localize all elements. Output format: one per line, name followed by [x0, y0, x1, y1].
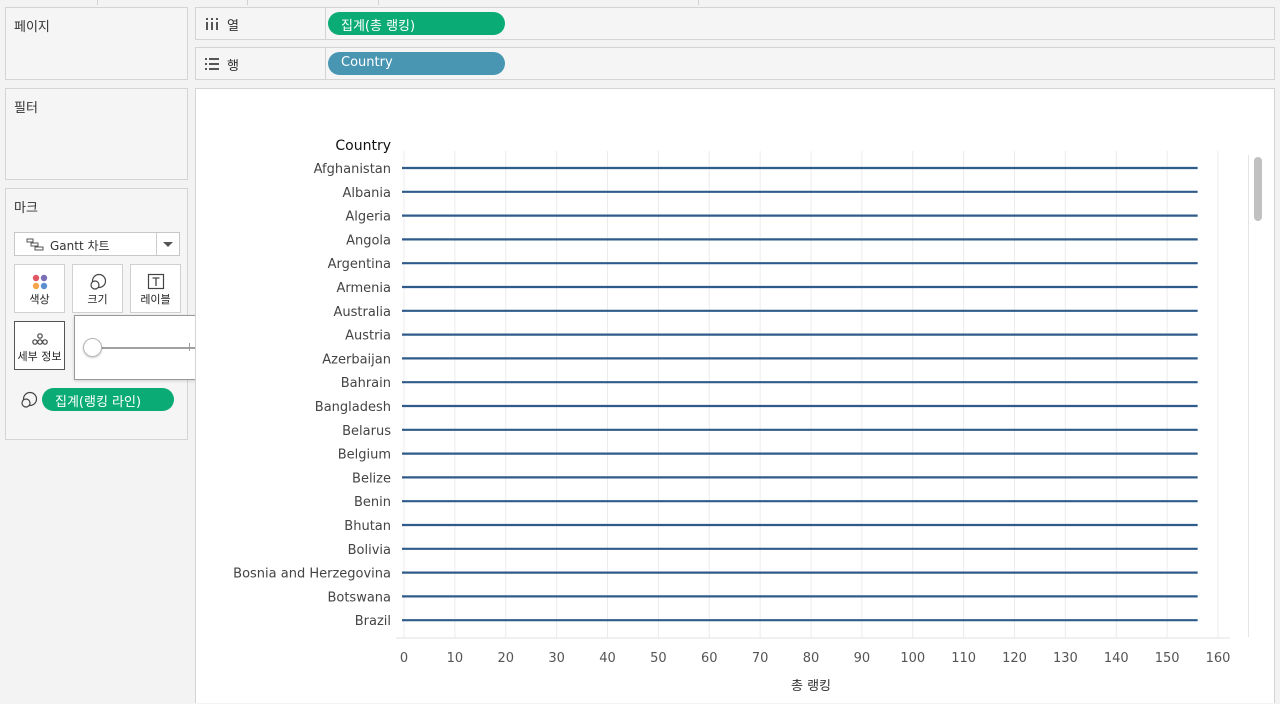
- row-label: Bulgaria: [337, 638, 391, 653]
- row-label: Armenia: [337, 281, 392, 296]
- row-label: Benin: [354, 495, 391, 510]
- color-button-label: 색상: [29, 293, 50, 306]
- top-strip: [0, 0, 1280, 6]
- row-label: Belgium: [338, 448, 391, 463]
- vertical-scrollbar[interactable]: [1248, 155, 1249, 637]
- row-label: Bosnia and Herzegovina: [233, 567, 391, 582]
- x-tick-label: 10: [447, 651, 464, 666]
- x-tick-label: 60: [701, 651, 718, 666]
- x-tick-label: 120: [1002, 651, 1027, 666]
- detail-icon: [31, 333, 48, 345]
- scrollbar-thumb[interactable]: [1254, 157, 1262, 221]
- size-slider-midpoint: [189, 343, 190, 351]
- size-icon: [21, 391, 38, 408]
- filters-card[interactable]: 필터: [5, 88, 188, 180]
- x-tick-label: 150: [1155, 651, 1180, 666]
- chevron-down-icon[interactable]: [163, 242, 173, 247]
- size-button[interactable]: 크기: [72, 264, 123, 313]
- mark-type-label: Gantt 차트: [50, 239, 110, 253]
- size-field-pill[interactable]: 집계(랭킹 라인): [42, 388, 174, 411]
- x-tick-label: 130: [1053, 651, 1078, 666]
- divider: [97, 0, 98, 5]
- x-tick-label: 140: [1104, 651, 1129, 666]
- x-tick-label: 70: [752, 651, 769, 666]
- row-label: Algeria: [345, 210, 391, 225]
- columns-pill[interactable]: 집계(총 랭킹): [328, 12, 505, 35]
- row-label: Albania: [342, 186, 391, 201]
- row-label: Argentina: [328, 257, 391, 272]
- row-label: Azerbaijan: [322, 352, 391, 367]
- row-label: Bahrain: [341, 376, 391, 391]
- x-tick-label: 110: [951, 651, 976, 666]
- divider: [378, 0, 379, 5]
- color-button[interactable]: 색상: [14, 264, 65, 313]
- x-tick-label: 0: [400, 651, 408, 666]
- pages-card[interactable]: 페이지: [5, 7, 188, 80]
- chart-view[interactable]: Country Afghanistan Albania Algeria Angola Ar…: [195, 88, 1275, 703]
- row-header: Country: [335, 138, 391, 154]
- divider: [247, 0, 248, 5]
- label-button[interactable]: 레이블: [130, 264, 181, 313]
- size-button-label: 크기: [87, 293, 108, 306]
- row-label: Australia: [333, 305, 391, 320]
- columns-label: 열: [227, 19, 239, 34]
- row-label: Botswana: [327, 590, 391, 605]
- row-label: Bolivia: [348, 543, 391, 558]
- row-label: Bhutan: [344, 519, 391, 534]
- x-tick-label: 90: [854, 651, 871, 666]
- filters-title: 필터: [14, 101, 38, 116]
- marks-size-field[interactable]: 집계(랭킹 라인): [20, 388, 180, 412]
- divider: [156, 233, 157, 255]
- x-tick-label: 40: [599, 651, 616, 666]
- detail-button-label: 세부 정보: [17, 350, 62, 363]
- row-label: Afghanistan: [314, 162, 391, 177]
- divider: [325, 8, 326, 39]
- row-label: Angola: [346, 233, 391, 248]
- gantt-icon: [26, 238, 44, 251]
- row-label: Bangladesh: [315, 400, 391, 415]
- x-tick-label: 80: [803, 651, 820, 666]
- divider: [698, 0, 699, 5]
- marks-title: 마크: [14, 201, 38, 216]
- x-tick-label: 100: [900, 651, 925, 666]
- row-label: Belarus: [342, 424, 391, 439]
- gantt-chart: Country Afghanistan Albania Algeria Angola Ar…: [233, 138, 1231, 694]
- x-tick-label: 30: [548, 651, 565, 666]
- mark-type-dropdown[interactable]: Gantt 차트: [14, 232, 180, 256]
- row-label: Belize: [352, 471, 391, 486]
- rows-icon: [205, 58, 219, 70]
- x-tick-label: 50: [650, 651, 667, 666]
- rows-shelf[interactable]: 행 Country: [195, 47, 1275, 80]
- columns-icon: [206, 18, 218, 30]
- divider: [325, 48, 326, 79]
- row-label: Austria: [345, 329, 391, 344]
- color-icon: [32, 274, 47, 290]
- x-tick-label: 160: [1206, 651, 1231, 666]
- pages-title: 페이지: [14, 20, 50, 35]
- rows-pill[interactable]: Country: [328, 52, 505, 75]
- size-icon: [89, 273, 106, 290]
- rows-label: 행: [227, 59, 239, 74]
- label-button-label: 레이블: [140, 293, 171, 306]
- x-axis-title: 총 랭킹: [791, 679, 831, 694]
- size-slider-thumb[interactable]: [83, 338, 102, 357]
- detail-button[interactable]: 세부 정보: [14, 321, 65, 370]
- x-tick-label: 20: [497, 651, 514, 666]
- marks-card: 마크 Gantt 차트 색상 크기 레이블 세부 정보 집계(랭킹 라인): [5, 188, 188, 440]
- columns-shelf[interactable]: 열 집계(총 랭킹): [195, 7, 1275, 40]
- row-label: Brazil: [355, 614, 391, 629]
- text-label-icon: [147, 273, 164, 290]
